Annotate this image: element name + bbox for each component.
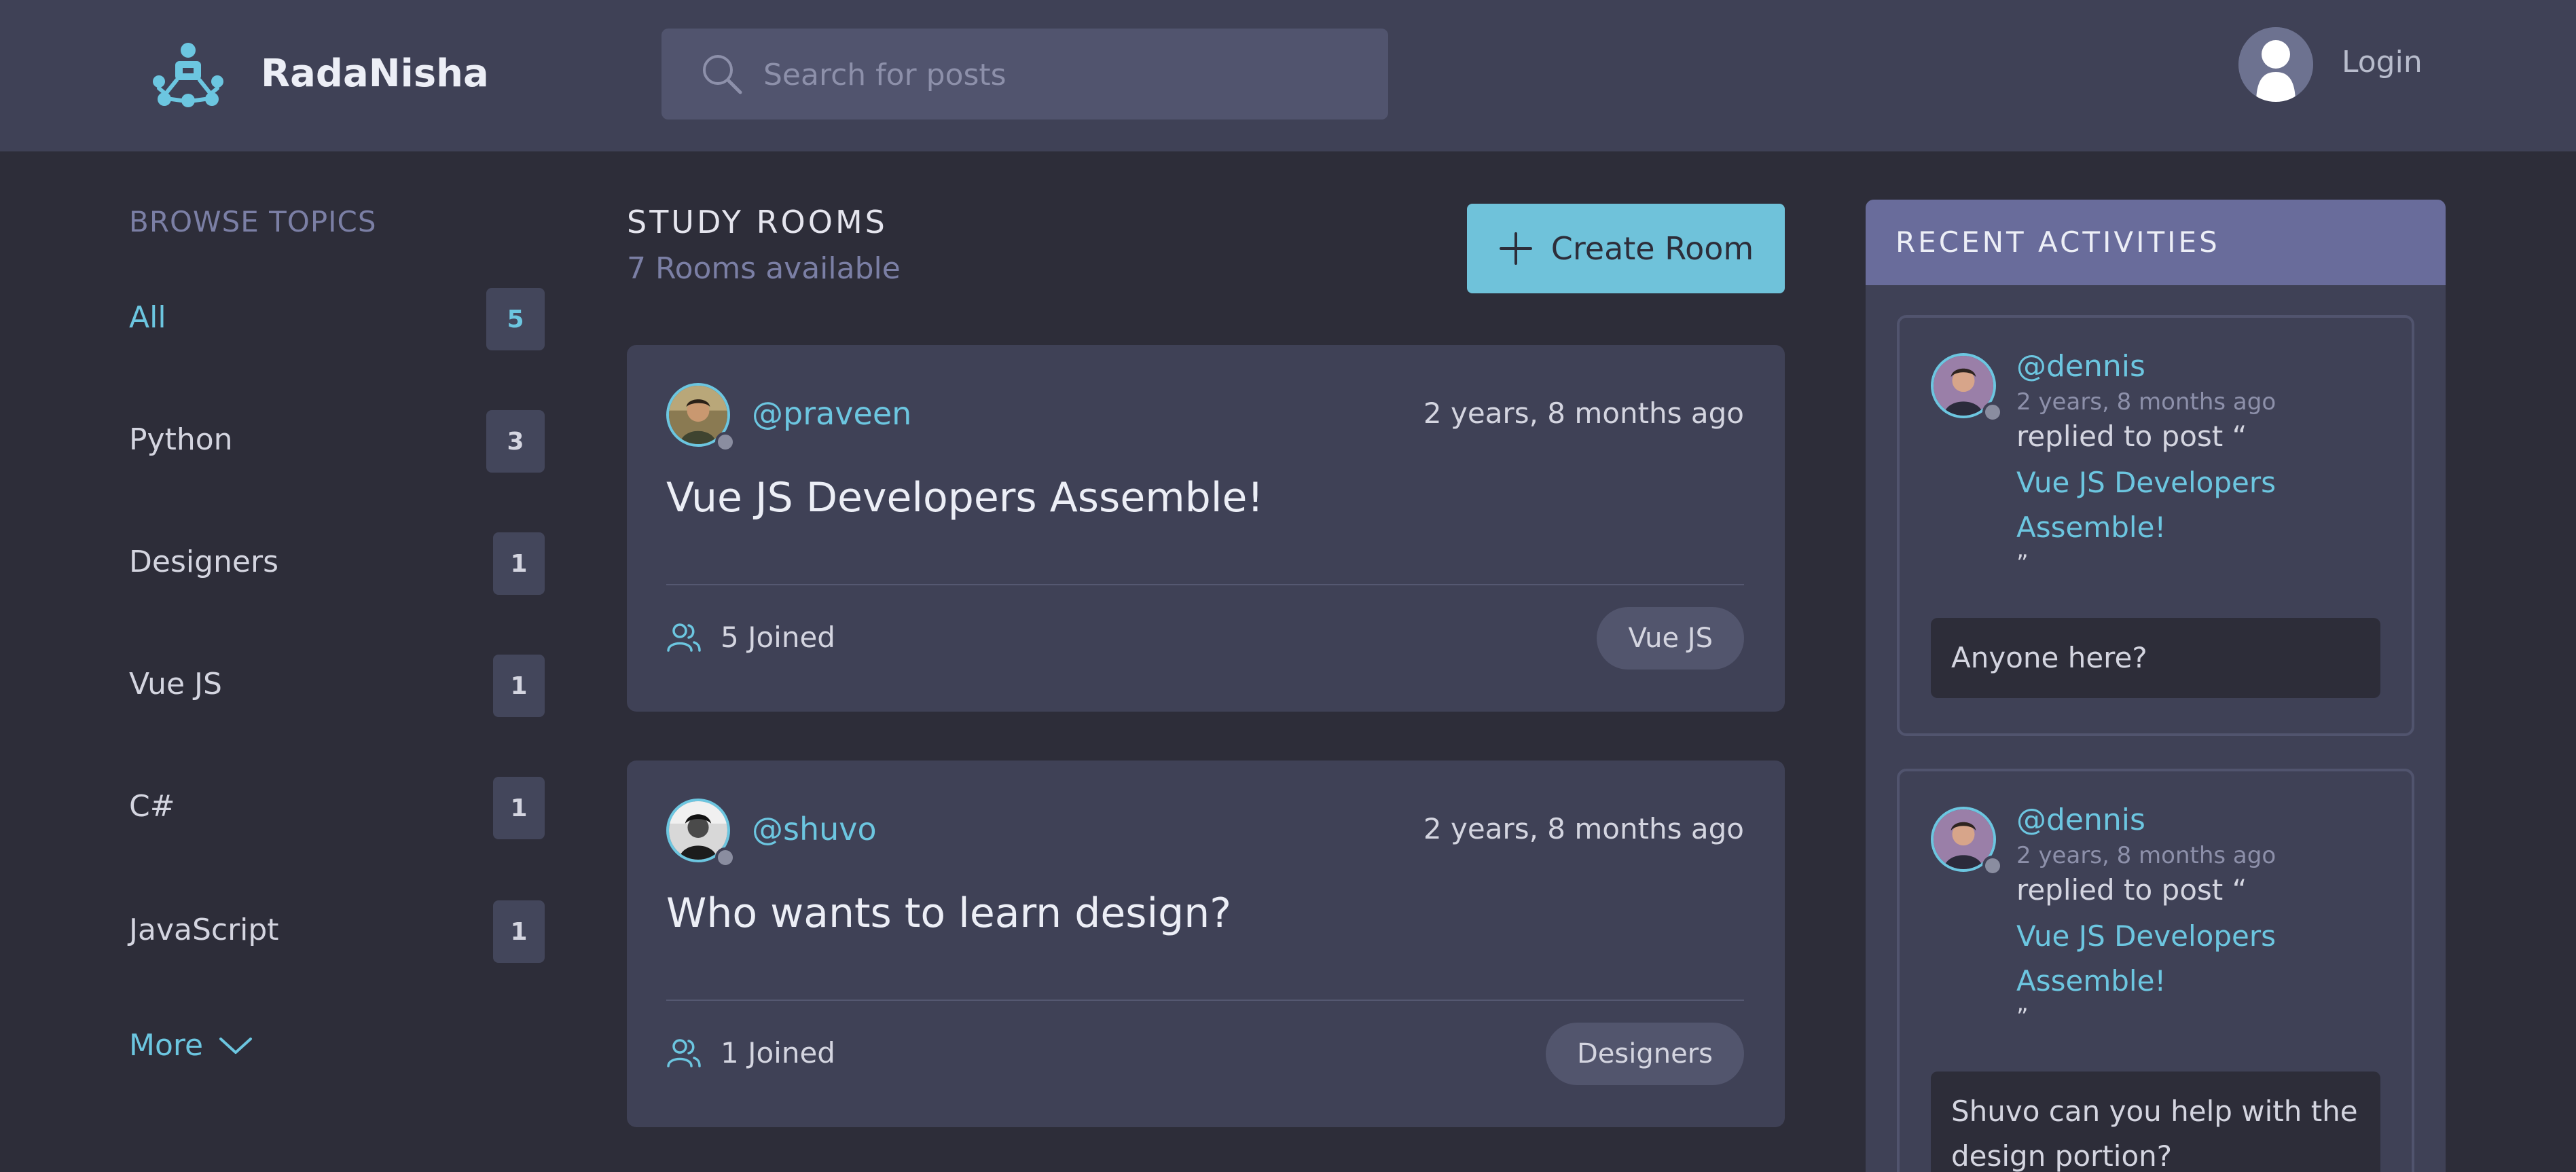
search-input[interactable] [762,48,1362,102]
room-host-link[interactable]: @praveen [752,395,911,432]
activity-action: replied to post “ [2016,420,2247,453]
room-topic-tag[interactable]: Vue JS [1597,607,1744,670]
activity-time: 2 years, 8 months ago [2016,842,2276,869]
activity-card: @dennis 2 years, 8 months ago replied to… [1897,315,2414,736]
status-dot [1982,402,2003,422]
people-icon [667,1038,701,1067]
user-avatar-icon[interactable] [2238,27,2313,102]
topic-label: All [129,300,166,335]
room-joined: 1 Joined [666,1036,835,1069]
topic-label: Python [129,422,233,457]
login-link[interactable]: Login [2342,45,2423,79]
room-time: 2 years, 8 months ago [1423,812,1744,845]
topic-label: C# [129,789,175,824]
room-time: 2 years, 8 months ago [1423,397,1744,430]
topic-count-badge: 3 [486,410,545,473]
topic-item-all[interactable]: All 5 [129,288,545,350]
topic-label: JavaScript [129,913,279,947]
activities-title: RECENT ACTIVITIES [1895,225,2220,259]
room-joined: 5 Joined [666,621,835,654]
more-topics-button[interactable]: More [129,1028,253,1063]
room-card: @shuvo 2 years, 8 months ago Who wants t… [627,761,1785,1127]
top-bar: RadaNisha Login [0,0,2576,151]
activity-user-link[interactable]: @dennis [2016,803,2145,837]
activity-user-link[interactable]: @dennis [2016,349,2145,384]
rooms-count: 7 Rooms available [627,251,901,286]
search-icon [703,55,742,94]
topic-label: Vue JS [129,667,222,701]
topic-item-python[interactable]: Python 3 [129,410,545,473]
divider [666,584,1744,585]
activity-message: Shuvo can you help with the design porti… [1931,1072,2380,1172]
room-card: @praveen 2 years, 8 months ago Vue JS De… [627,345,1785,712]
people-icon [667,623,701,652]
topic-count-badge: 1 [493,900,545,963]
activity-action: replied to post “ [2016,873,2247,907]
room-title-link[interactable]: Who wants to learn design? [666,890,1231,937]
topic-item-csharp[interactable]: C# 1 [129,777,545,839]
room-title-link[interactable]: Vue JS Developers Assemble! [666,474,1263,521]
divider [666,1000,1744,1001]
chevron-down-icon [219,1037,253,1054]
status-dot [715,432,736,452]
activity-post-link[interactable]: Vue JS Developers Assemble! [2016,914,2302,1004]
topic-label: Designers [129,545,278,579]
topic-item-designers[interactable]: Designers 1 [129,532,545,595]
room-joined-count: 5 Joined [721,621,835,654]
topic-item-javascript[interactable]: JavaScript 1 [129,900,545,963]
activity-message: Anyone here? [1931,618,2380,698]
activity-post-link[interactable]: Vue JS Developers Assemble! [2016,460,2302,550]
study-rooms-title: STUDY ROOMS [627,204,888,240]
create-room-label: Create Room [1550,230,1754,267]
recent-activities-panel: RECENT ACTIVITIES @dennis 2 years, 8 mon… [1866,200,2446,1172]
topic-count-badge: 1 [493,655,545,717]
plus-icon [1499,232,1532,265]
browse-topics-title: BROWSE TOPICS [129,205,377,238]
room-topic-tag[interactable]: Designers [1546,1023,1744,1085]
activity-time: 2 years, 8 months ago [2016,388,2276,416]
activity-card: @dennis 2 years, 8 months ago replied to… [1897,769,2414,1172]
status-dot [1982,856,2003,876]
room-host-link[interactable]: @shuvo [752,811,877,847]
create-room-button[interactable]: Create Room [1467,204,1785,293]
more-label: More [129,1028,204,1063]
status-dot [715,847,736,868]
search-bar[interactable] [661,29,1388,120]
topic-count-badge: 5 [486,288,545,350]
topic-item-vue-js[interactable]: Vue JS 1 [129,655,545,717]
room-joined-count: 1 Joined [721,1036,835,1069]
activities-header: RECENT ACTIVITIES [1866,200,2446,285]
app-name[interactable]: RadaNisha [261,52,489,96]
logo-icon[interactable] [151,41,225,109]
topic-count-badge: 1 [493,532,545,595]
activity-quote-close: ” [2016,550,2029,577]
activity-quote-close: ” [2016,1004,2029,1031]
topic-count-badge: 1 [493,777,545,839]
